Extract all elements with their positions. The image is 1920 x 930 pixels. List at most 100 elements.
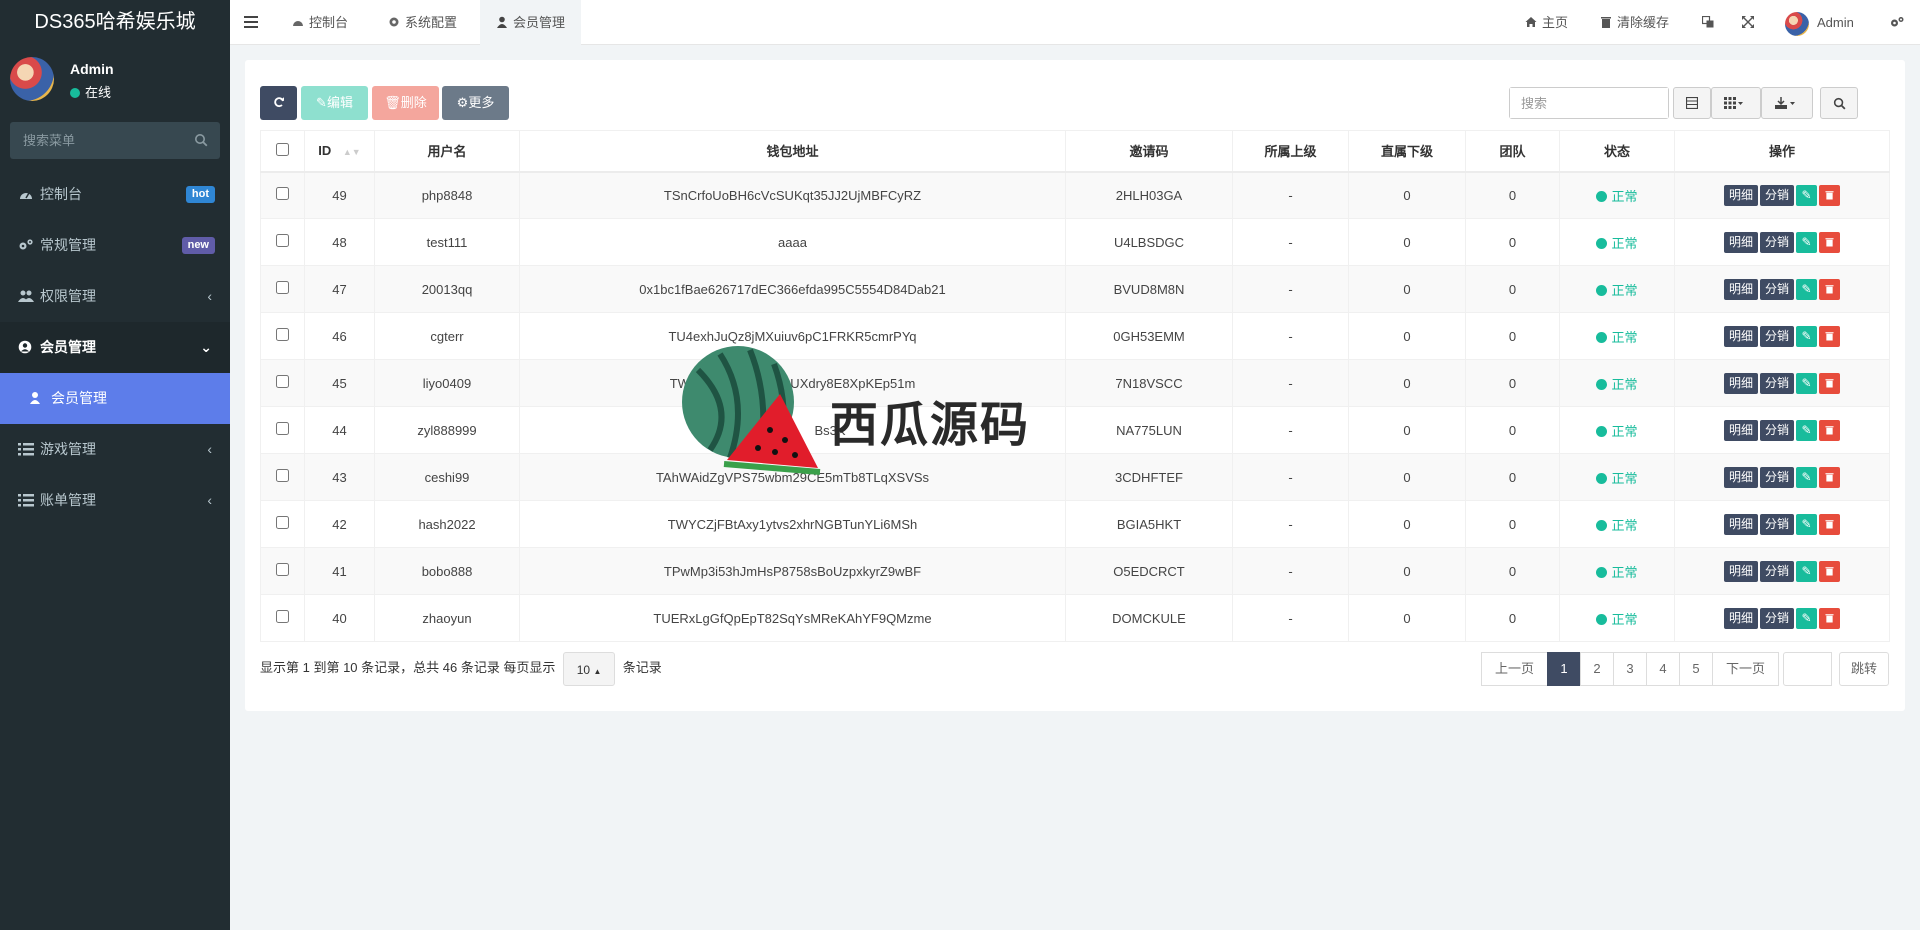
jump-page-input[interactable]: [1783, 652, 1832, 686]
sidebar-item-member-group[interactable]: 会员管理 ⌄: [0, 322, 230, 373]
distribution-button[interactable]: 分销: [1760, 466, 1795, 488]
cell-status[interactable]: 正常: [1559, 500, 1675, 548]
cell-status[interactable]: 正常: [1559, 406, 1675, 454]
row-delete-button[interactable]: [1819, 372, 1841, 394]
row-delete-button[interactable]: [1819, 560, 1841, 582]
distribution-button[interactable]: 分销: [1760, 607, 1795, 629]
row-checkbox[interactable]: [276, 234, 289, 247]
translate-button[interactable]: [1702, 0, 1719, 45]
row-edit-button[interactable]: ✎: [1796, 325, 1818, 347]
page-1-button[interactable]: 1: [1547, 652, 1581, 686]
row-checkbox[interactable]: [276, 328, 289, 341]
detail-button[interactable]: 明细: [1723, 325, 1758, 347]
detail-button[interactable]: 明细: [1723, 513, 1758, 535]
detail-button[interactable]: 明细: [1723, 466, 1758, 488]
status-badge[interactable]: 正常: [1596, 424, 1638, 439]
tab-member[interactable]: 会员管理: [480, 0, 582, 45]
status-badge[interactable]: 正常: [1596, 471, 1638, 486]
detail-button[interactable]: 明细: [1723, 184, 1758, 206]
cell-status[interactable]: 正常: [1559, 594, 1675, 642]
detail-button[interactable]: 明细: [1723, 372, 1758, 394]
menu-search-input[interactable]: [10, 122, 220, 159]
column-header-id[interactable]: ID ▲▼: [304, 130, 375, 173]
detail-button[interactable]: 明细: [1723, 607, 1758, 629]
page-4-button[interactable]: 4: [1646, 652, 1680, 686]
row-edit-button[interactable]: ✎: [1796, 184, 1818, 206]
delete-button[interactable]: 🗑删除: [372, 86, 439, 120]
status-badge[interactable]: 正常: [1596, 565, 1638, 580]
status-badge[interactable]: 正常: [1596, 283, 1638, 298]
columns-button[interactable]: [1711, 87, 1761, 119]
export-button[interactable]: [1761, 87, 1813, 119]
search-icon[interactable]: [194, 133, 208, 147]
row-checkbox[interactable]: [276, 281, 289, 294]
distribution-button[interactable]: 分销: [1760, 372, 1795, 394]
cell-status[interactable]: 正常: [1559, 265, 1675, 313]
row-checkbox[interactable]: [276, 563, 289, 576]
status-badge[interactable]: 正常: [1596, 189, 1638, 204]
row-edit-button[interactable]: ✎: [1796, 231, 1818, 253]
row-delete-button[interactable]: [1819, 607, 1841, 629]
status-badge[interactable]: 正常: [1596, 236, 1638, 251]
row-checkbox[interactable]: [276, 422, 289, 435]
distribution-button[interactable]: 分销: [1760, 278, 1795, 300]
row-checkbox[interactable]: [276, 610, 289, 623]
fullscreen-button[interactable]: [1742, 0, 1759, 45]
distribution-button[interactable]: 分销: [1760, 184, 1795, 206]
sidebar-item-dashboard[interactable]: 控制台 hot: [0, 169, 230, 220]
detail-button[interactable]: 明细: [1723, 560, 1758, 582]
sidebar-item-game[interactable]: 游戏管理 ‹: [0, 424, 230, 475]
row-delete-button[interactable]: [1819, 466, 1841, 488]
status-badge[interactable]: 正常: [1596, 612, 1638, 627]
row-checkbox[interactable]: [276, 375, 289, 388]
distribution-button[interactable]: 分销: [1760, 560, 1795, 582]
detail-button[interactable]: 明细: [1723, 419, 1758, 441]
more-button[interactable]: ⚙更多: [442, 86, 509, 120]
row-edit-button[interactable]: ✎: [1796, 466, 1818, 488]
status-badge[interactable]: 正常: [1596, 518, 1638, 533]
settings-button[interactable]: [1890, 0, 1909, 45]
detail-button[interactable]: 明细: [1723, 278, 1758, 300]
menu-toggle-button[interactable]: [244, 0, 258, 45]
page-2-button[interactable]: 2: [1580, 652, 1614, 686]
home-link[interactable]: 主页: [1525, 0, 1568, 45]
row-edit-button[interactable]: ✎: [1796, 513, 1818, 535]
cell-status[interactable]: 正常: [1559, 359, 1675, 407]
sidebar-item-permission[interactable]: 权限管理 ‹: [0, 271, 230, 322]
select-all-checkbox[interactable]: [276, 142, 289, 156]
row-delete-button[interactable]: [1819, 184, 1841, 206]
cell-status[interactable]: 正常: [1559, 218, 1675, 266]
page-3-button[interactable]: 3: [1613, 652, 1647, 686]
row-edit-button[interactable]: ✎: [1796, 560, 1818, 582]
row-edit-button[interactable]: ✎: [1796, 607, 1818, 629]
detail-button[interactable]: 明细: [1723, 231, 1758, 253]
jump-button[interactable]: 跳转: [1839, 652, 1889, 686]
tab-dashboard[interactable]: 控制台: [292, 0, 348, 45]
row-delete-button[interactable]: [1819, 419, 1841, 441]
refresh-button[interactable]: [260, 86, 297, 120]
status-badge[interactable]: 正常: [1596, 377, 1638, 392]
next-page-button[interactable]: 下一页: [1712, 652, 1779, 686]
page-size-dropdown[interactable]: 10 ▲: [563, 651, 616, 686]
cell-status[interactable]: 正常: [1559, 453, 1675, 501]
status-badge[interactable]: 正常: [1596, 330, 1638, 345]
distribution-button[interactable]: 分销: [1760, 513, 1795, 535]
edit-button[interactable]: ✎编辑: [301, 86, 368, 120]
cell-status[interactable]: 正常: [1559, 171, 1675, 219]
sidebar-item-general[interactable]: 常规管理 new: [0, 220, 230, 271]
distribution-button[interactable]: 分销: [1760, 419, 1795, 441]
cell-status[interactable]: 正常: [1559, 547, 1675, 595]
app-title[interactable]: DS365哈希娱乐城: [0, 0, 230, 45]
cell-status[interactable]: 正常: [1559, 312, 1675, 360]
page-5-button[interactable]: 5: [1679, 652, 1713, 686]
row-delete-button[interactable]: [1819, 278, 1841, 300]
row-checkbox[interactable]: [276, 469, 289, 482]
table-search-input[interactable]: [1510, 88, 1668, 118]
row-delete-button[interactable]: [1819, 231, 1841, 253]
admin-menu[interactable]: Admin: [1785, 0, 1854, 45]
clear-cache-button[interactable]: 清除缓存: [1600, 0, 1669, 45]
row-checkbox[interactable]: [276, 516, 289, 529]
prev-page-button[interactable]: 上一页: [1481, 652, 1548, 686]
distribution-button[interactable]: 分销: [1760, 231, 1795, 253]
row-edit-button[interactable]: ✎: [1796, 419, 1818, 441]
